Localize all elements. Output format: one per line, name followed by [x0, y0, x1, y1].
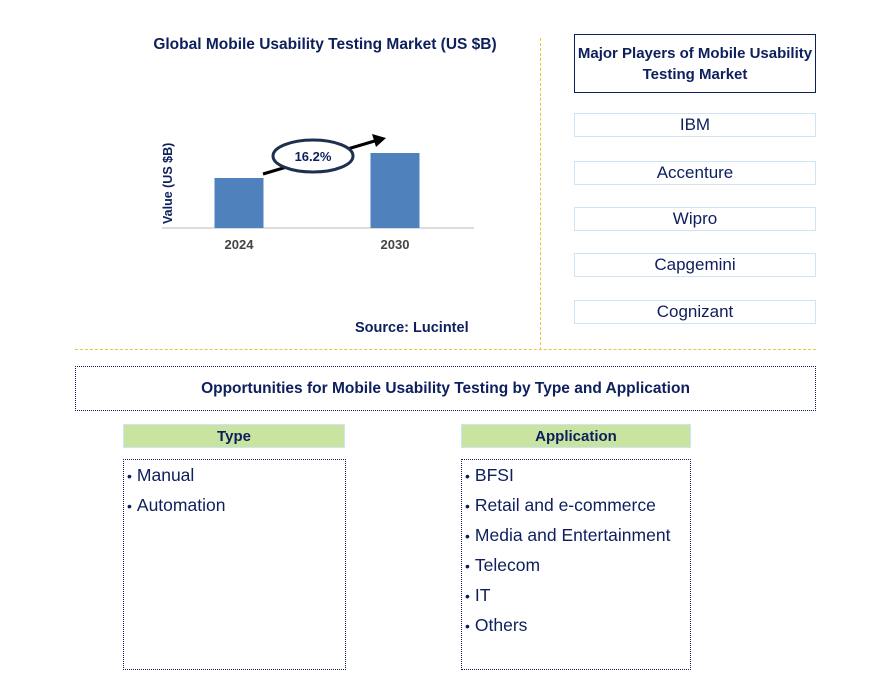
application-item: • BFSI	[462, 460, 690, 490]
type-item: • Manual	[124, 460, 345, 490]
application-item-label: Retail and e-commerce	[474, 495, 656, 515]
bullet-icon: •	[465, 588, 470, 604]
bullet-icon: •	[127, 498, 132, 514]
vertical-divider	[540, 38, 541, 350]
player-item: IBM	[574, 113, 816, 137]
y-axis-label: Value (US $B)	[161, 143, 175, 224]
application-item-label: Telecom	[474, 555, 541, 575]
bar-2024	[214, 178, 264, 228]
application-item-label: Others	[474, 615, 528, 635]
bar-2030	[370, 153, 420, 228]
bullet-icon: •	[127, 468, 132, 484]
bullet-icon: •	[465, 498, 470, 514]
application-item: • Media and Entertainment	[462, 520, 690, 550]
bullet-icon: •	[465, 468, 470, 484]
cagr-label: 16.2%	[295, 149, 332, 164]
bullet-icon: •	[465, 618, 470, 634]
application-item: • Others	[462, 610, 690, 640]
horizontal-divider	[75, 349, 816, 350]
application-item-label: Media and Entertainment	[474, 525, 671, 545]
bar-chart: Value (US $B) 2024 2030 16.2%	[161, 134, 474, 252]
source-label: Source: Lucintel	[355, 320, 469, 336]
player-item: Cognizant	[574, 300, 816, 324]
bullet-icon: •	[465, 528, 470, 544]
application-header: Application	[461, 424, 691, 448]
player-item: Capgemini	[574, 253, 816, 277]
x-tick-label: 2030	[381, 237, 410, 252]
opportunities-title: Opportunities for Mobile Usability Testi…	[75, 366, 816, 411]
players-title: Major Players of Mobile Usability Testin…	[574, 34, 816, 93]
type-header: Type	[123, 424, 345, 448]
player-item: Wipro	[574, 207, 816, 231]
application-item-label: BFSI	[474, 465, 514, 485]
chart-title: Global Mobile Usability Testing Market (…	[153, 36, 497, 53]
x-tick-label: 2024	[225, 237, 255, 252]
type-item-label: Manual	[136, 465, 195, 485]
cagr-arrow-head	[372, 134, 386, 147]
bullet-icon: •	[465, 558, 470, 574]
type-list: • Manual • Automation	[123, 459, 346, 670]
application-list: • BFSI • Retail and e-commerce • Media and …	[461, 459, 691, 670]
player-item: Accenture	[574, 161, 816, 185]
application-item: • Telecom	[462, 550, 690, 580]
application-item-label: IT	[474, 585, 491, 605]
type-item: • Automation	[124, 490, 345, 520]
application-item: • Retail and e-commerce	[462, 490, 690, 520]
application-item: • IT	[462, 580, 690, 610]
type-item-label: Automation	[136, 495, 226, 515]
